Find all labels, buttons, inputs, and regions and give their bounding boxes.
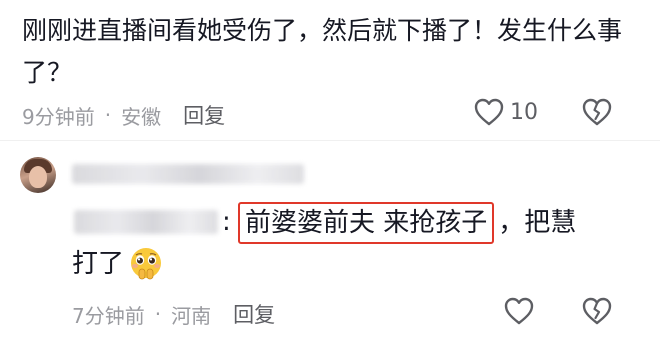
- broken-heart-icon: [582, 98, 612, 126]
- comment-time: 9分钟前: [22, 104, 95, 129]
- reply-time: 7分钟前: [72, 303, 145, 328]
- reply-text-line1: 前婆婆前夫 来抢孩子 ， 把慧: [238, 202, 576, 244]
- reply-second-text: 打了: [72, 249, 125, 279]
- meta-separator: ·: [154, 302, 162, 326]
- like-button[interactable]: 10: [474, 98, 538, 126]
- reply-comma: ，: [498, 208, 525, 238]
- comment-divider: [0, 140, 660, 141]
- pleading-face-hands-emoji: [131, 248, 162, 280]
- reply-target-blurred: [74, 210, 218, 234]
- comment-text: 刚刚进直播间看她受伤了，然后就下播了！发生什么事了？: [22, 16, 623, 87]
- dislike-button[interactable]: [582, 297, 612, 325]
- reply-tail-text: 把慧: [524, 208, 577, 238]
- dislike-button[interactable]: [582, 98, 612, 126]
- like-count: 10: [510, 99, 538, 125]
- reply-button[interactable]: 回复: [233, 299, 275, 329]
- meta-separator: ·: [104, 103, 112, 127]
- avatar[interactable]: [20, 157, 56, 193]
- heart-outline-icon: [504, 297, 534, 325]
- broken-heart-icon: [582, 297, 612, 325]
- comment-meta: 9分钟前 · 安徽 回复: [22, 100, 225, 130]
- like-button[interactable]: [504, 297, 534, 325]
- reply-location: 河南: [171, 303, 212, 328]
- reply-button[interactable]: 回复: [183, 100, 225, 130]
- reply-text-line2: 打了: [72, 244, 164, 284]
- highlighted-text: 前婆婆前夫 来抢孩子: [238, 202, 495, 244]
- reply-colon: :: [222, 207, 231, 237]
- heart-outline-icon: [474, 98, 504, 126]
- comment-location: 安徽: [121, 104, 162, 129]
- username-blurred: [72, 164, 304, 184]
- reply-meta: 7分钟前 · 河南 回复: [72, 299, 275, 329]
